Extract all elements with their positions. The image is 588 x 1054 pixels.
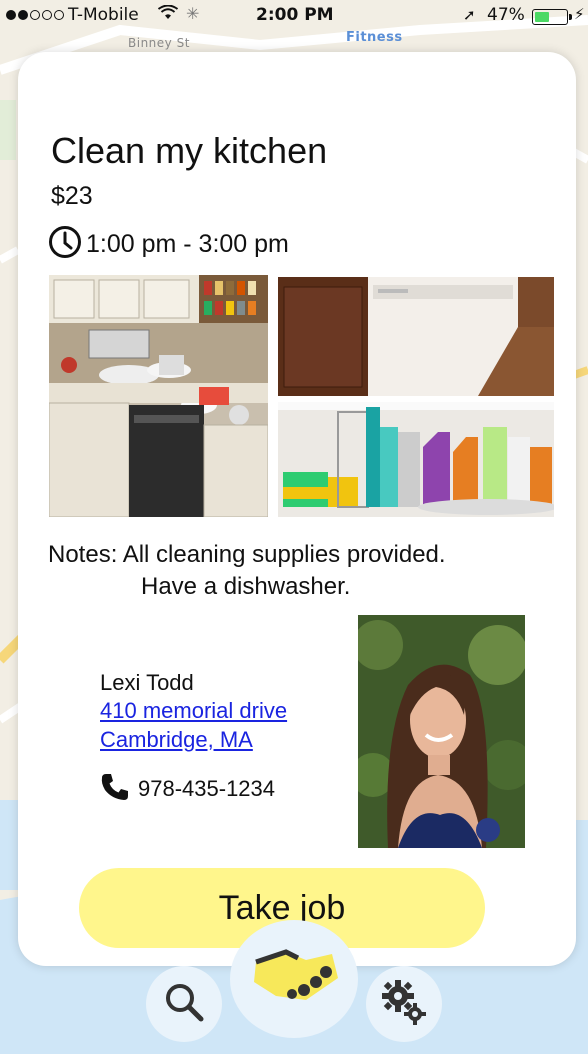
activity-spinner-icon: ✳ (186, 4, 200, 23)
cleaning-supplies-photo[interactable] (278, 402, 554, 517)
map-street-label: Binney St (128, 36, 190, 50)
notes-line-2: Have a dishwasher. (141, 573, 351, 600)
gear-icon (378, 976, 430, 1032)
map-place-label: Fitness (346, 30, 403, 45)
charging-bolt-icon: ⚡︎ (574, 5, 585, 23)
job-price: $23 (51, 182, 93, 210)
job-time-row: 1:00 pm - 3:00 pm (48, 225, 289, 263)
phone-number: 978-435-1234 (138, 776, 276, 801)
poster-avatar (358, 615, 525, 848)
poster-name: Lexi Todd (100, 670, 194, 695)
search-icon (162, 980, 206, 1028)
address-line-1-link[interactable]: 410 memorial drive (100, 698, 287, 724)
nav-home-button[interactable] (230, 920, 358, 1038)
job-time-range: 1:00 pm - 3:00 pm (86, 229, 289, 258)
battery-percent: 47% (487, 5, 525, 25)
handshake-icon (246, 942, 342, 1016)
job-detail-card: Clean my kitchen $23 1:00 pm - 3:00 pm N… (18, 52, 576, 966)
clock-icon (48, 225, 86, 263)
job-notes: Notes: All cleaning supplies provided. H… (48, 539, 446, 603)
wifi-icon (157, 4, 179, 25)
phone-row[interactable]: 978-435-1234 (100, 772, 275, 806)
clock-time: 2:00 PM (256, 5, 334, 25)
address-line-2-link[interactable]: Cambridge, MA (100, 727, 253, 753)
nav-settings-button[interactable] (366, 966, 442, 1042)
nav-search-button[interactable] (146, 966, 222, 1042)
location-arrow-icon: ➚ (463, 6, 476, 24)
notes-line-1: Notes: All cleaning supplies provided. (48, 541, 446, 568)
phone-icon (100, 772, 138, 806)
kitchen-photo-messy[interactable] (49, 275, 268, 517)
battery-icon (532, 9, 568, 25)
kitchen-photo-dishwasher[interactable] (278, 277, 554, 396)
carrier-name: T-Mobile (68, 5, 139, 25)
status-bar: T-Mobile ✳ 2:00 PM ➚ 47% ⚡︎ (0, 0, 588, 32)
job-title: Clean my kitchen (51, 130, 328, 171)
signal-strength-icon (6, 10, 64, 20)
